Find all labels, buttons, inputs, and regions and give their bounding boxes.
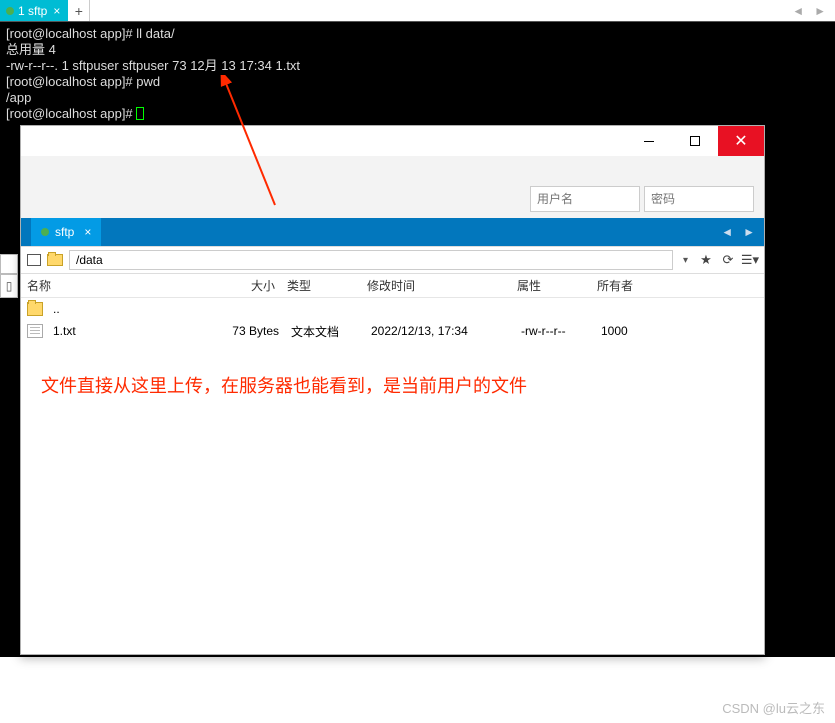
folder-icon xyxy=(47,254,63,266)
close-icon[interactable]: × xyxy=(80,225,91,239)
sftp-tab-nav: ◄ ► xyxy=(718,218,764,246)
terminal-tab-label: 1 sftp xyxy=(18,4,47,18)
close-icon[interactable]: × xyxy=(51,4,62,18)
terminal-cursor xyxy=(136,107,144,120)
path-bar: ▾ ★ ⟳ ☰▾ xyxy=(21,246,764,274)
side-panel-toggle-bottom[interactable]: ▯ xyxy=(0,274,18,298)
header-owner[interactable]: 所有者 xyxy=(591,277,661,294)
header-date[interactable]: 修改时间 xyxy=(361,277,511,294)
nav-pane-icon[interactable] xyxy=(27,254,41,266)
file-icon xyxy=(27,324,43,338)
bookmark-icon[interactable]: ★ xyxy=(698,252,714,268)
username-field[interactable] xyxy=(530,186,640,212)
column-headers[interactable]: 名称 大小 类型 修改时间 属性 所有者 xyxy=(21,274,764,298)
header-size[interactable]: 大小 xyxy=(211,277,281,294)
maximize-button[interactable] xyxy=(672,126,718,156)
header-type[interactable]: 类型 xyxy=(281,277,361,294)
tab-next-icon[interactable]: ► xyxy=(740,225,758,239)
path-input[interactable] xyxy=(69,250,673,270)
window-titlebar: ✕ xyxy=(21,126,764,156)
close-button[interactable]: ✕ xyxy=(718,126,764,156)
tab-prev-icon[interactable]: ◄ xyxy=(789,4,807,18)
header-attr[interactable]: 属性 xyxy=(511,277,591,294)
side-panel-toggle-top[interactable] xyxy=(0,254,18,274)
file-list[interactable]: 名称 大小 类型 修改时间 属性 所有者 .. 1.txt 73 Bytes 文… xyxy=(21,274,764,654)
sftp-window: ✕ sftp × ◄ ► ▾ ★ ⟳ ☰▾ 名称 大小 类型 修改时间 xyxy=(20,125,765,655)
terminal-tab-active[interactable]: 1 sftp × xyxy=(0,0,68,21)
path-dropdown-icon[interactable]: ▾ xyxy=(679,255,692,266)
header-name[interactable]: 名称 xyxy=(21,277,211,294)
annotation-text: 文件直接从这里上传，在服务器也能看到，是当前用户的文件 xyxy=(21,342,764,428)
connection-status-icon xyxy=(6,7,14,15)
list-item[interactable]: 1.txt 73 Bytes 文本文档 2022/12/13, 17:34 -r… xyxy=(21,320,764,342)
add-tab-button[interactable]: + xyxy=(68,0,90,21)
view-options-icon[interactable]: ☰▾ xyxy=(742,252,758,268)
watermark: CSDN @lu云之东 xyxy=(722,698,825,717)
tab-prev-icon[interactable]: ◄ xyxy=(718,225,736,239)
connection-toolbar xyxy=(21,156,764,218)
terminal-tab-bar: 1 sftp × + ◄ ► xyxy=(0,0,835,22)
terminal-tab-nav: ◄ ► xyxy=(789,0,835,22)
sftp-tab-bar: sftp × ◄ ► xyxy=(21,218,764,246)
sftp-tab-label: sftp xyxy=(55,225,74,239)
tab-next-icon[interactable]: ► xyxy=(811,4,829,18)
connection-status-icon xyxy=(41,228,49,236)
password-field[interactable] xyxy=(644,186,754,212)
folder-icon xyxy=(27,302,43,316)
sftp-tab-active[interactable]: sftp × xyxy=(31,218,101,246)
refresh-icon[interactable]: ⟳ xyxy=(720,252,736,268)
list-item[interactable]: .. xyxy=(21,298,764,320)
minimize-button[interactable] xyxy=(626,126,672,156)
